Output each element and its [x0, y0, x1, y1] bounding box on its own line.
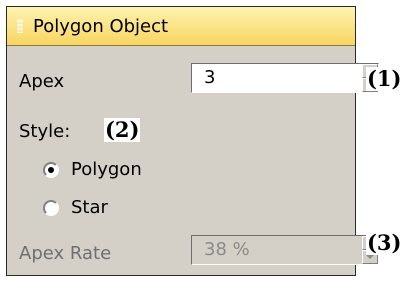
style-option-polygon[interactable]: Polygon	[43, 159, 142, 180]
apex-value[interactable]: 3	[204, 67, 215, 88]
panel-title: Polygon Object	[33, 15, 169, 37]
polygon-object-panel: Polygon Object Apex 3 Style: Polygon Sta…	[6, 6, 379, 276]
apex-rate-label: Apex Rate	[19, 243, 112, 264]
style-option-star[interactable]: Star	[43, 197, 108, 218]
radio-button-unselected[interactable]	[43, 199, 59, 216]
panel-title-bar[interactable]: Polygon Object	[7, 7, 355, 46]
callout-apex: (1)	[366, 66, 403, 91]
callout-apex-rate: (3)	[366, 230, 403, 255]
arrow-down-icon	[366, 255, 374, 259]
radio-dot-icon	[48, 166, 54, 173]
apex-label: Apex	[19, 71, 65, 92]
apex-rate-value[interactable]: 38 %	[204, 239, 250, 260]
star-option-label[interactable]: Star	[71, 197, 108, 218]
polygon-option-label[interactable]: Polygon	[71, 159, 142, 180]
style-label: Style:	[19, 121, 71, 142]
apex-spinbox[interactable]: 3	[191, 63, 379, 93]
drag-grip-icon[interactable]	[17, 19, 23, 33]
apex-rate-spinbox[interactable]: 38 %	[191, 235, 379, 265]
radio-button-selected[interactable]	[43, 161, 59, 178]
callout-style: (2)	[104, 117, 141, 142]
